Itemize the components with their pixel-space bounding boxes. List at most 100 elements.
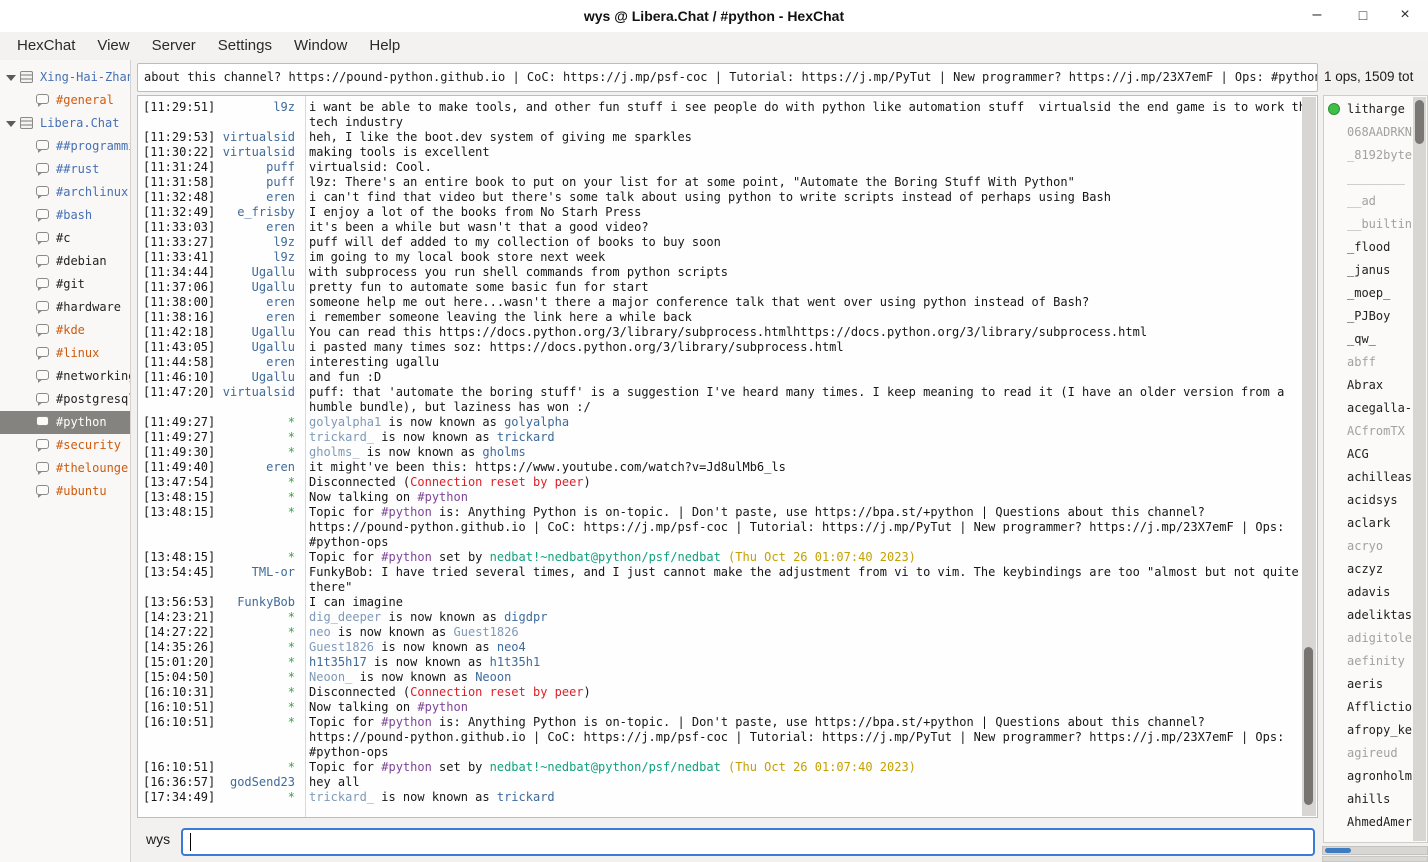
tree-item-thelounge[interactable]: #thelounge	[0, 457, 130, 480]
user-nick: _qw_	[1347, 328, 1376, 351]
user-list-item[interactable]: agronholm	[1324, 765, 1427, 788]
chat-message: Now talking on #python	[300, 490, 468, 505]
user-list-item[interactable]: adigitole	[1324, 627, 1427, 650]
topic-bar[interactable]: about this channel? https://pound-python…	[137, 63, 1318, 92]
tree-item-programming[interactable]: ##programming	[0, 135, 130, 158]
tree-item-debian[interactable]: #debian	[0, 250, 130, 273]
tree-item-label: Libera.Chat	[40, 112, 119, 135]
chat-message: i want be able to make tools, and other …	[300, 100, 1313, 115]
user-list-item[interactable]: adeliktas	[1324, 604, 1427, 627]
chat-message-area[interactable]: [11:29:51]l9zi want be able to make tool…	[137, 95, 1318, 818]
server-tree-panel[interactable]: Xing-Hai-Zhan#generalLibera.Chat##progra…	[0, 60, 131, 862]
user-list-item[interactable]: _PJBoy	[1324, 305, 1427, 328]
user-list-item[interactable]: achilleas	[1324, 466, 1427, 489]
maximize-button[interactable]: □	[1348, 0, 1378, 32]
chat-timestamp: [11:49:40]	[138, 460, 210, 475]
chat-line: [14:35:26]*Guest1826 is now known as neo…	[138, 640, 1301, 655]
user-list-item[interactable]: acryo	[1324, 535, 1427, 558]
user-list-item[interactable]: aefinity	[1324, 650, 1427, 673]
user-list-item[interactable]: acidsys	[1324, 489, 1427, 512]
bottom-scrollbar-track[interactable]	[1322, 856, 1428, 862]
message-input[interactable]	[181, 828, 1315, 856]
user-list-item[interactable]: _flood	[1324, 236, 1427, 259]
user-list-item[interactable]: 068AADRKN	[1324, 121, 1427, 144]
minimize-button[interactable]: –	[1302, 0, 1332, 32]
tree-item-linux[interactable]: #linux	[0, 342, 130, 365]
user-list-scrollbar-thumb[interactable]	[1415, 100, 1424, 144]
tree-item-libera.chat[interactable]: Libera.Chat	[0, 112, 130, 135]
user-list-item[interactable]: __ad	[1324, 190, 1427, 213]
user-list-item[interactable]: aeris	[1324, 673, 1427, 696]
chat-action-star: *	[210, 550, 300, 565]
user-list-item[interactable]: litharge	[1324, 98, 1427, 121]
user-list-horizontal-scrollbar[interactable]	[1322, 846, 1428, 855]
tree-item-bash[interactable]: #bash	[0, 204, 130, 227]
user-list-item[interactable]: ACG	[1324, 443, 1427, 466]
chat-line: [11:46:10]Ugalluand fun :D	[138, 370, 1301, 385]
chat-nick	[210, 400, 300, 415]
tree-item-python[interactable]: #python	[0, 411, 130, 434]
chat-timestamp: [11:31:24]	[138, 160, 210, 175]
chat-text-segment: trickard_	[309, 430, 374, 444]
tree-item-postgresql[interactable]: #postgresql	[0, 388, 130, 411]
user-list-item[interactable]: adavis	[1324, 581, 1427, 604]
user-list-item[interactable]: ahills	[1324, 788, 1427, 811]
chat-nick: eren	[210, 355, 300, 370]
tree-item-ubuntu[interactable]: #ubuntu	[0, 480, 130, 503]
menu-item-window[interactable]: Window	[283, 32, 358, 60]
user-list-item[interactable]: _8192byte	[1324, 144, 1427, 167]
chat-text-segment: Neoon	[475, 670, 511, 684]
user-list-item[interactable]: aczyz	[1324, 558, 1427, 581]
chat-line: [14:27:22]*neo is now known as Guest1826	[138, 625, 1301, 640]
title-bar[interactable]: wys @ Libera.Chat / #python - HexChat – …	[0, 0, 1428, 32]
tree-item-security[interactable]: #security	[0, 434, 130, 457]
menu-item-view[interactable]: View	[86, 32, 140, 60]
user-list-item[interactable]: ________	[1324, 167, 1427, 190]
user-list-item[interactable]: _janus	[1324, 259, 1427, 282]
user-list-item[interactable]: ACfromTX	[1324, 420, 1427, 443]
user-list-item[interactable]: acegalla-	[1324, 397, 1427, 420]
user-list-item[interactable]: Abrax	[1324, 374, 1427, 397]
chat-scrollbar-thumb[interactable]	[1304, 647, 1313, 805]
menu-item-help[interactable]: Help	[358, 32, 411, 60]
user-list-item[interactable]: _moep_	[1324, 282, 1427, 305]
user-list-item[interactable]: agireud	[1324, 742, 1427, 765]
user-list[interactable]: litharge068AADRKN_8192byte__________ad__…	[1323, 95, 1428, 843]
user-list-horizontal-scrollbar-thumb[interactable]	[1325, 848, 1351, 853]
menu-item-settings[interactable]: Settings	[207, 32, 283, 60]
tree-item-xing-hai-zhan[interactable]: Xing-Hai-Zhan	[0, 66, 130, 89]
text-caret	[190, 833, 191, 851]
user-list-item[interactable]: aclark	[1324, 512, 1427, 535]
tree-item-networking[interactable]: #networking	[0, 365, 130, 388]
chat-timestamp: [11:49:27]	[138, 415, 210, 430]
user-list-item[interactable]: afropy_ke	[1324, 719, 1427, 742]
user-list-scrollbar[interactable]	[1413, 97, 1426, 841]
chat-timestamp: [14:27:22]	[138, 625, 210, 640]
user-list-item[interactable]: abff	[1324, 351, 1427, 374]
chat-message: trickard_ is now known as trickard	[300, 790, 555, 805]
tree-item-kde[interactable]: #kde	[0, 319, 130, 342]
user-list-item[interactable]: AhmedAmer	[1324, 811, 1427, 834]
chat-action-star: *	[210, 625, 300, 640]
menu-bar: HexChatViewServerSettingsWindowHelp	[0, 32, 1428, 60]
chat-message: i pasted many times soz: https://docs.py…	[300, 340, 844, 355]
tree-item-general[interactable]: #general	[0, 89, 130, 112]
user-list-item[interactable]: Affliction	[1324, 696, 1427, 719]
channel-icon	[36, 209, 49, 219]
menu-item-hexchat[interactable]: HexChat	[6, 32, 86, 60]
chat-scrollbar[interactable]	[1302, 97, 1316, 816]
chat-text-segment: virtualsid: Cool.	[309, 160, 432, 174]
tree-item-c[interactable]: #c	[0, 227, 130, 250]
chat-message: #python-ops	[300, 745, 388, 760]
tree-item-rust[interactable]: ##rust	[0, 158, 130, 181]
close-button[interactable]: ×	[1390, 0, 1420, 32]
chat-line: there"	[138, 580, 1301, 595]
user-list-item[interactable]: _qw_	[1324, 328, 1427, 351]
tree-item-git[interactable]: #git	[0, 273, 130, 296]
tree-item-hardware[interactable]: #hardware	[0, 296, 130, 319]
chat-nick: eren	[210, 310, 300, 325]
user-list-item[interactable]: __builtin	[1324, 213, 1427, 236]
tree-item-archlinux[interactable]: #archlinux	[0, 181, 130, 204]
chat-text-segment: set by	[432, 550, 490, 564]
menu-item-server[interactable]: Server	[141, 32, 207, 60]
